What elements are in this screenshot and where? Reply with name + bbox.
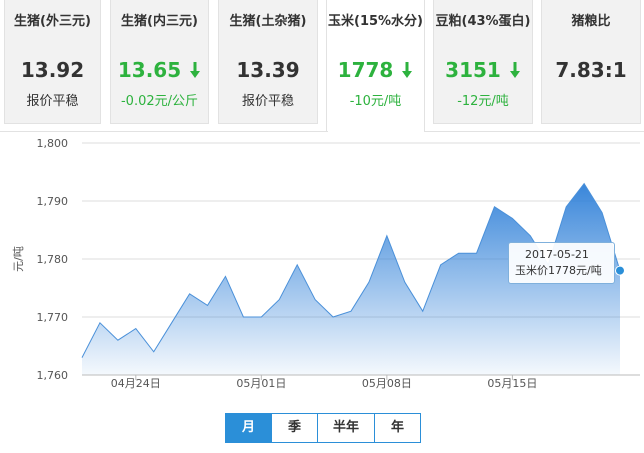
x-tick-label: 05月15日 <box>487 377 537 390</box>
tooltip-text: 玉米价1778元/吨 <box>515 264 602 277</box>
y-tick-label: 1,760 <box>37 369 69 382</box>
range-half-year-button[interactable]: 半年 <box>317 413 375 443</box>
range-year-button[interactable]: 年 <box>374 413 421 443</box>
x-tick-label: 04月24日 <box>111 377 161 390</box>
tooltip-date: 2017-05-21 <box>525 248 589 261</box>
range-selector: 月 季 半年 年 <box>225 413 421 443</box>
range-quarter-button[interactable]: 季 <box>271 413 318 443</box>
y-tick-label: 1,800 <box>37 137 69 150</box>
y-axis-label: 元/吨 <box>12 246 25 272</box>
y-tick-label: 1,790 <box>37 195 69 208</box>
x-tick-label: 05月01日 <box>236 377 286 390</box>
price-chart: 1,760 1,770 1,780 1,790 1,800 04月24日 05月01日 05月… <box>12 137 640 390</box>
range-month-button[interactable]: 月 <box>225 413 272 443</box>
chart-tooltip: 2017-05-21 玉米价1778元/吨 <box>508 242 615 284</box>
y-tick-label: 1,780 <box>37 253 69 266</box>
y-tick-label: 1,770 <box>37 311 69 324</box>
highlighted-point <box>615 265 625 276</box>
x-tick-label: 05月08日 <box>362 377 412 390</box>
